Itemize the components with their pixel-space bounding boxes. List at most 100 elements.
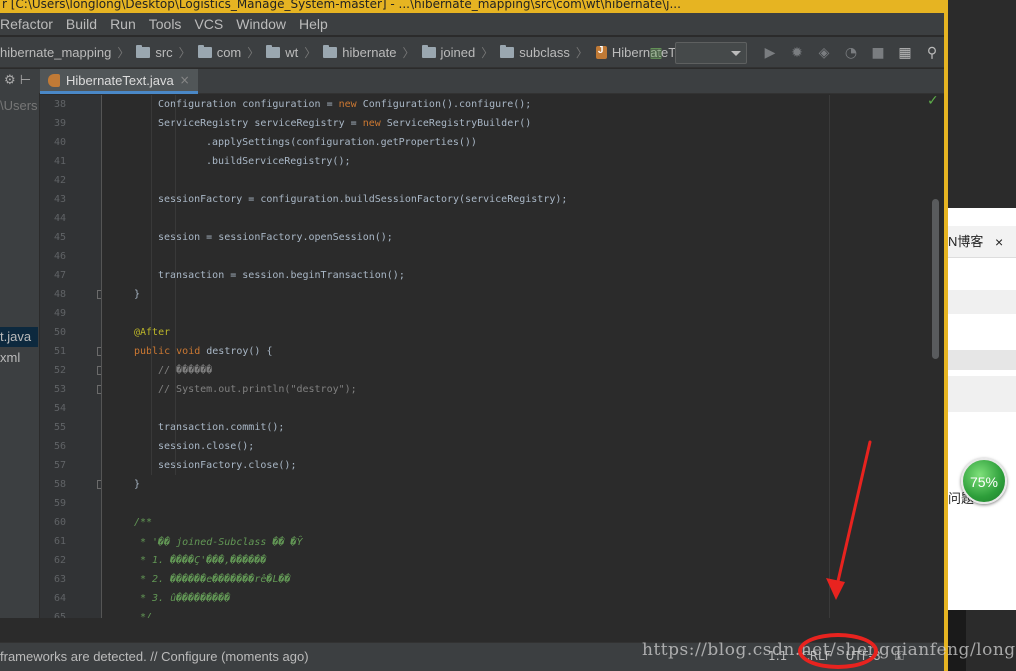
line-number-gutter[interactable]: 38 39 40 41 42 43 44 45 46 47 48 49 50 51 52 53 54 55 56 57…	[40, 95, 102, 618]
fold-marker-icon[interactable]	[97, 347, 101, 356]
debug-icon[interactable]: ✹	[789, 45, 805, 61]
inspection-ok-icon[interactable]: ✓	[927, 93, 939, 109]
code-line: transaction.commit();	[158, 422, 285, 433]
background-band	[948, 376, 1016, 412]
code-line: .buildServiceRegistry();	[206, 156, 351, 167]
code-line: @After	[134, 327, 171, 338]
code-line: Configuration configuration = new Config…	[158, 99, 532, 110]
code-line: sessionFactory = configuration.buildSess…	[158, 194, 568, 205]
build-icon[interactable]: ▥	[648, 45, 664, 61]
crumb-label: com	[216, 44, 242, 60]
java-file-icon	[595, 45, 607, 59]
folder-icon	[500, 44, 515, 58]
red-circle-annotation	[798, 633, 878, 669]
fold-marker-icon[interactable]	[97, 290, 101, 299]
window-title: r [C:\Users\longlong\Desktop\Logistics_M…	[0, 0, 944, 13]
code-line: /**	[134, 517, 153, 528]
profile-icon[interactable]: ◔	[843, 45, 859, 61]
breadcrumb-item[interactable]: subclass 〉	[493, 44, 588, 61]
line-number: 61	[53, 536, 66, 547]
chevron-right-icon: 〉	[304, 45, 317, 60]
line-number: 42	[53, 175, 66, 186]
crumb-label: joined	[440, 44, 476, 60]
folder-icon	[197, 44, 212, 58]
status-message[interactable]: frameworks are detected. // Configure (m…	[0, 649, 309, 664]
line-number: 48	[53, 289, 66, 300]
indent-guide	[151, 95, 152, 475]
breadcrumb-item[interactable]: joined 〉	[415, 44, 493, 61]
background-browser-tab[interactable]: N博客 ×	[948, 226, 1016, 258]
menu-run[interactable]: Run	[110, 16, 136, 32]
project-item[interactable]: xml	[0, 348, 38, 368]
line-number: 45	[53, 232, 66, 243]
line-number: 58	[53, 479, 66, 490]
menu-build[interactable]: Build	[66, 16, 97, 32]
fold-marker-icon[interactable]	[97, 366, 101, 375]
chevron-right-icon: 〉	[178, 45, 191, 60]
line-number: 39	[53, 118, 66, 129]
fold-marker-icon[interactable]	[97, 385, 101, 394]
folder-icon	[421, 44, 436, 58]
tab-hibernatetext[interactable]: HibernateText.java ×	[40, 69, 198, 94]
screen: N博客 × 问题 75% r [C:\Users\longlong\Deskto…	[0, 0, 1016, 671]
code-line: .applySettings(configuration.getProperti…	[206, 137, 477, 148]
close-icon[interactable]: ×	[180, 73, 190, 87]
line-number: 49	[53, 308, 66, 319]
menu-vcs[interactable]: VCS	[194, 16, 223, 32]
menu-help[interactable]: Help	[299, 16, 328, 32]
chevron-right-icon: 〉	[575, 45, 588, 60]
run-toolbar: ▥ ▶ ✹ ◈ ◔ ■ ▦ ⚲	[648, 37, 940, 68]
breadcrumb-item[interactable]: wt 〉	[259, 44, 316, 61]
code-line: * 3. û���������	[140, 593, 231, 604]
collapse-icon[interactable]: ⊢	[20, 73, 31, 88]
crumb-label: wt	[285, 44, 299, 60]
line-number: 54	[53, 403, 66, 414]
line-number: 52	[53, 365, 66, 376]
stop-icon[interactable]: ■	[870, 45, 886, 61]
line-number: 47	[53, 270, 66, 281]
code-line: * '�� joined-Subclass �� �Ŷ	[140, 537, 311, 548]
line-number: 62	[53, 555, 66, 566]
chevron-right-icon: 〉	[117, 45, 130, 60]
run-icon[interactable]: ▶	[762, 45, 778, 61]
line-number: 46	[53, 251, 66, 262]
tab-label: HibernateText.java	[66, 72, 174, 88]
chevron-right-icon: 〉	[247, 45, 260, 60]
folder-icon	[266, 44, 281, 58]
line-number: 53	[53, 384, 66, 395]
project-structure-icon[interactable]: ▦	[897, 45, 913, 61]
code-line: }	[134, 289, 141, 300]
code-line: session.close();	[158, 441, 255, 452]
line-number: 65	[53, 612, 66, 618]
code-line: session = sessionFactory.openSession();	[158, 232, 393, 243]
menu-refactor[interactable]: Refactor	[0, 16, 53, 32]
line-number: 50	[53, 327, 66, 338]
menu-tools[interactable]: Tools	[149, 16, 182, 32]
breadcrumb-item[interactable]: hibernate 〉	[316, 44, 415, 61]
fold-marker-icon[interactable]	[97, 480, 101, 489]
folder-icon	[136, 44, 151, 58]
breadcrumb-item[interactable]: hibernate_mapping 〉	[0, 44, 129, 61]
breadcrumb-item[interactable]: com 〉	[191, 44, 260, 61]
crumb-label: hibernate_mapping	[0, 44, 112, 60]
scrollbar-thumb[interactable]	[932, 199, 939, 359]
project-path-fragment: \Users	[0, 98, 38, 113]
background-band	[948, 350, 1016, 370]
breadcrumb-item[interactable]: src 〉	[129, 44, 191, 61]
settings-icon[interactable]: ⚙	[4, 73, 16, 88]
coverage-icon[interactable]: ◈	[816, 45, 832, 61]
editor-scrollbar[interactable]	[929, 95, 944, 618]
line-number: 64	[53, 593, 66, 604]
speed-ball-widget[interactable]: 75%	[961, 458, 1007, 504]
chevron-down-icon	[731, 50, 741, 56]
code-line: transaction = session.beginTransaction()…	[158, 270, 405, 281]
search-icon[interactable]: ⚲	[924, 45, 940, 61]
menu-window[interactable]: Window	[236, 16, 286, 32]
project-item[interactable]: t.java	[0, 327, 38, 347]
run-config-select[interactable]	[675, 41, 747, 64]
close-icon[interactable]: ×	[995, 226, 1003, 257]
line-number: 63	[53, 574, 66, 585]
line-number: 56	[53, 441, 66, 452]
background-band	[948, 290, 1016, 314]
project-pane-header: ⚙ ⊢	[0, 69, 40, 93]
